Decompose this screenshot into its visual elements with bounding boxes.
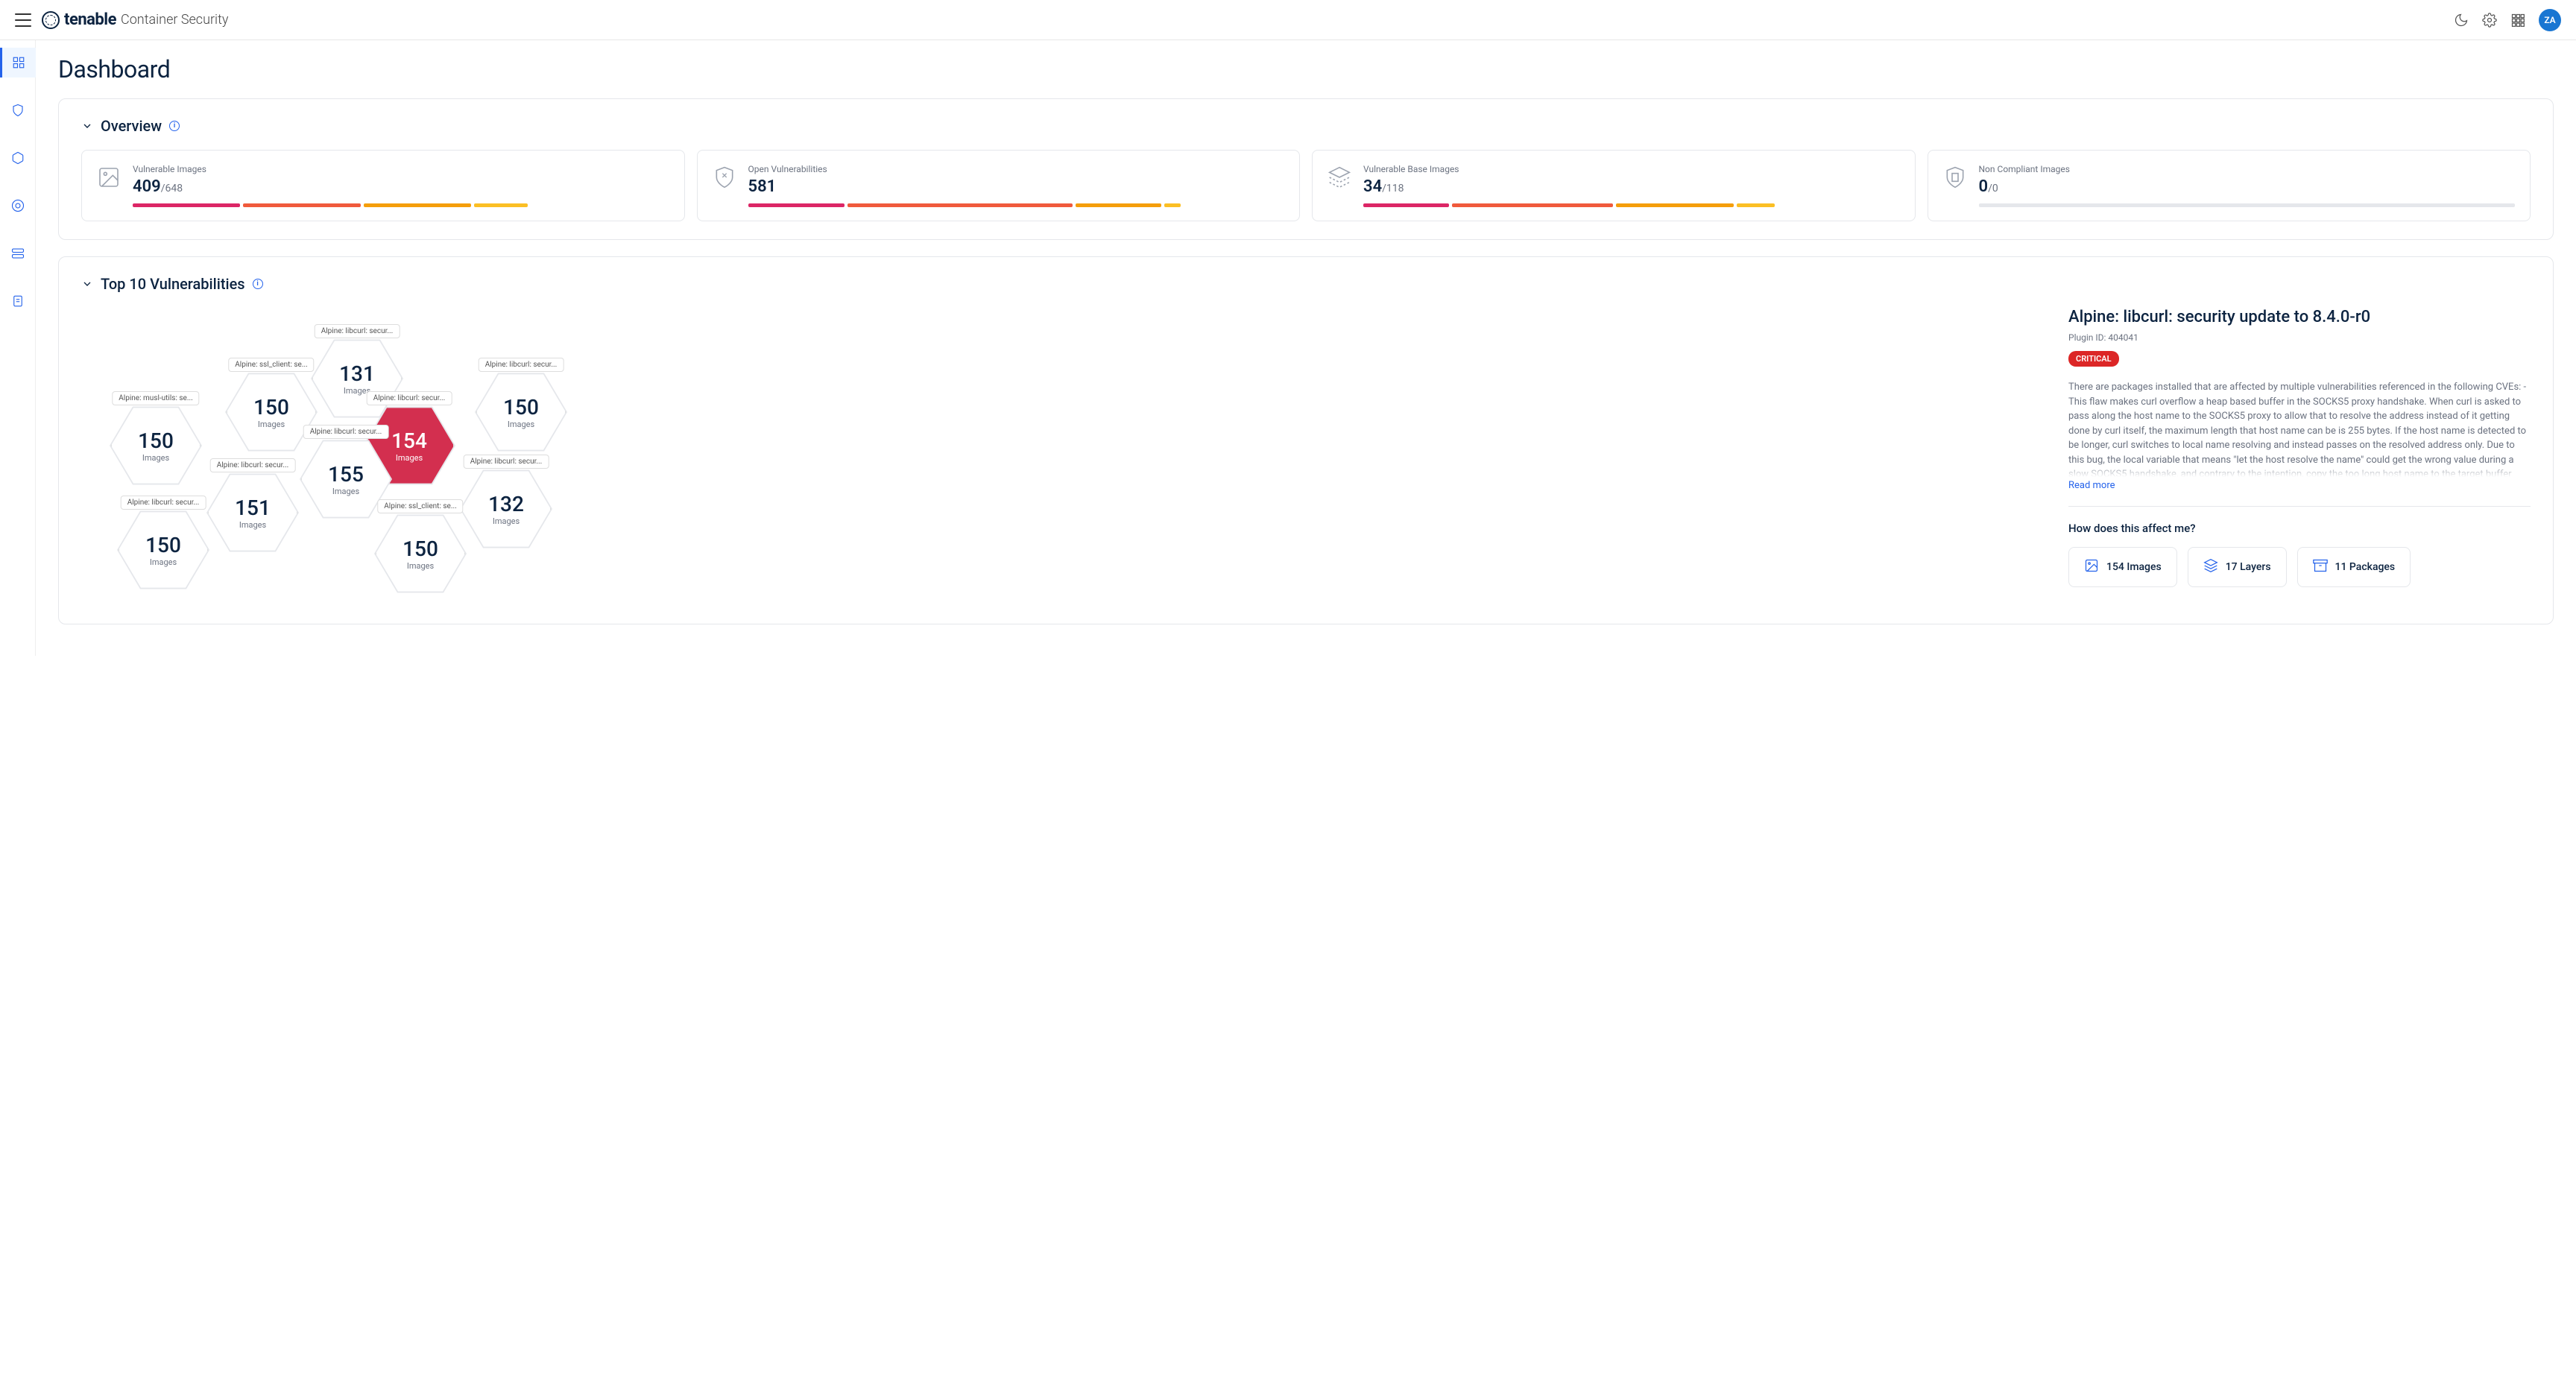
hex-node[interactable]: Alpine: libcurl: secur... 150 Images: [119, 509, 208, 591]
hex-sub: Images: [258, 420, 285, 429]
hex-count: 150: [138, 428, 174, 453]
detail-title: Alpine: libcurl: security update to 8.4.…: [2068, 308, 2531, 326]
card-value: 34/118: [1363, 177, 1900, 196]
sidebar-item-shield[interactable]: [0, 95, 36, 125]
hex-count: 132: [488, 492, 524, 516]
hex-count: 150: [402, 537, 438, 561]
info-icon[interactable]: i: [253, 279, 263, 289]
hex-count: 150: [253, 395, 289, 420]
hex-count: 150: [145, 533, 181, 557]
hex-node[interactable]: Alpine: libcurl: secur... 131 Images: [312, 338, 402, 420]
hex-label: Alpine: libcurl: secur...: [303, 425, 389, 439]
hex-sub: Images: [142, 453, 169, 463]
user-avatar[interactable]: ZA: [2539, 9, 2561, 31]
hex-node[interactable]: Alpine: libcurl: secur... 150 Images: [476, 371, 566, 453]
sidebar-item-target[interactable]: [0, 191, 36, 221]
brand-product: Container Security: [121, 12, 228, 28]
hex-chart: Alpine: libcurl: secur... 154 Images Alp…: [81, 308, 2039, 606]
hex-label: Alpine: libcurl: secur...: [315, 324, 400, 338]
affect-icon: [2313, 558, 2328, 576]
info-icon[interactable]: i: [169, 121, 180, 131]
top10-panel: Top 10 Vulnerabilities i Alpine: libcurl…: [58, 256, 2554, 624]
overview-panel: Overview i Vulnerable Images 409/648 Ope…: [58, 98, 2554, 240]
brand-name: tenable: [64, 10, 116, 29]
hex-count: 150: [503, 395, 539, 420]
card-label: Open Vulnerabilities: [748, 164, 1285, 174]
card-label: Vulnerable Base Images: [1363, 164, 1900, 174]
topbar: tenable Container Security ZA: [0, 0, 2576, 40]
severity-badge: CRITICAL: [2068, 351, 2119, 367]
hex-label: Alpine: ssl_client: se...: [228, 358, 314, 372]
settings-icon[interactable]: [2482, 13, 2497, 28]
page-title: Dashboard: [58, 55, 2554, 83]
card-value: 0/0: [1979, 177, 2516, 196]
brand-icon: [42, 11, 60, 29]
hex-sub: Images: [407, 561, 434, 571]
vuln-detail: Alpine: libcurl: security update to 8.4.…: [2068, 308, 2531, 606]
affect-icon: [2084, 558, 2099, 576]
affect-title: How does this affect me?: [2068, 522, 2531, 535]
affect-card[interactable]: 11 Packages: [2297, 547, 2411, 587]
hex-sub: Images: [493, 516, 520, 526]
affect-text: 17 Layers: [2226, 561, 2271, 573]
hex-node[interactable]: Alpine: libcurl: secur... 151 Images: [208, 472, 297, 554]
affect-text: 154 Images: [2106, 561, 2162, 573]
hex-label: Alpine: ssl_client: se...: [377, 499, 463, 513]
hex-node[interactable]: Alpine: musl-utils: se... 150 Images: [111, 405, 201, 487]
chevron-down-icon: [81, 278, 93, 290]
overview-title: Overview: [101, 117, 162, 135]
stat-card[interactable]: Non Compliant Images 0/0: [1928, 150, 2531, 221]
overview-toggle[interactable]: Overview i: [81, 117, 2531, 135]
sidebar-item-server[interactable]: [0, 238, 36, 268]
hex-label: Alpine: musl-utils: se...: [112, 391, 199, 405]
hex-label: Alpine: libcurl: secur...: [367, 391, 452, 405]
hex-sub: Images: [508, 420, 534, 429]
apps-icon[interactable]: [2510, 13, 2525, 28]
hex-node[interactable]: Alpine: libcurl: secur... 132 Images: [461, 468, 551, 550]
hex-label: Alpine: libcurl: secur...: [464, 455, 549, 469]
card-icon: [1943, 165, 1967, 192]
stat-card[interactable]: Open Vulnerabilities 581: [697, 150, 1301, 221]
top10-title: Top 10 Vulnerabilities: [101, 275, 245, 293]
read-more-link[interactable]: Read more: [2068, 480, 2115, 491]
detail-description: There are packages installed that are af…: [2068, 380, 2531, 477]
card-value: 581: [748, 177, 1285, 196]
sidebar-item-report[interactable]: [0, 286, 36, 316]
main-content: Dashboard Overview i Vulnerable Images 4…: [36, 40, 2576, 656]
card-icon: [1328, 165, 1351, 192]
affect-icon: [2203, 558, 2218, 576]
sidebar-item-dashboard[interactable]: [0, 48, 36, 77]
hex-node[interactable]: Alpine: ssl_client: se... 150 Images: [376, 513, 465, 595]
hex-label: Alpine: libcurl: secur...: [210, 458, 296, 472]
hex-sub: Images: [150, 557, 177, 567]
hex-label: Alpine: libcurl: secur...: [121, 496, 206, 510]
hex-label: Alpine: libcurl: secur...: [479, 358, 564, 372]
card-icon: [97, 165, 121, 192]
hex-count: 131: [339, 361, 375, 386]
card-value: 409/648: [133, 177, 669, 196]
affect-text: 11 Packages: [2335, 561, 2396, 573]
sidebar-item-cube[interactable]: [0, 143, 36, 173]
card-label: Vulnerable Images: [133, 164, 669, 174]
hex-sub: Images: [239, 520, 266, 530]
card-label: Non Compliant Images: [1979, 164, 2516, 174]
detail-plugin: Plugin ID: 404041: [2068, 332, 2531, 343]
sidebar: [0, 40, 36, 656]
hex-sub: Images: [332, 487, 359, 496]
card-icon: [713, 165, 736, 192]
affect-card[interactable]: 17 Layers: [2188, 547, 2287, 587]
hex-count: 155: [328, 462, 364, 487]
brand[interactable]: tenable Container Security: [42, 10, 228, 29]
hex-sub: Images: [396, 453, 423, 463]
menu-toggle[interactable]: [15, 13, 31, 27]
stat-card[interactable]: Vulnerable Images 409/648: [81, 150, 685, 221]
top10-toggle[interactable]: Top 10 Vulnerabilities i: [81, 275, 2531, 293]
hex-count: 154: [391, 428, 427, 453]
stat-card[interactable]: Vulnerable Base Images 34/118: [1312, 150, 1916, 221]
chevron-down-icon: [81, 120, 93, 132]
affect-card[interactable]: 154 Images: [2068, 547, 2177, 587]
theme-icon[interactable]: [2454, 13, 2469, 28]
hex-count: 151: [235, 496, 271, 520]
